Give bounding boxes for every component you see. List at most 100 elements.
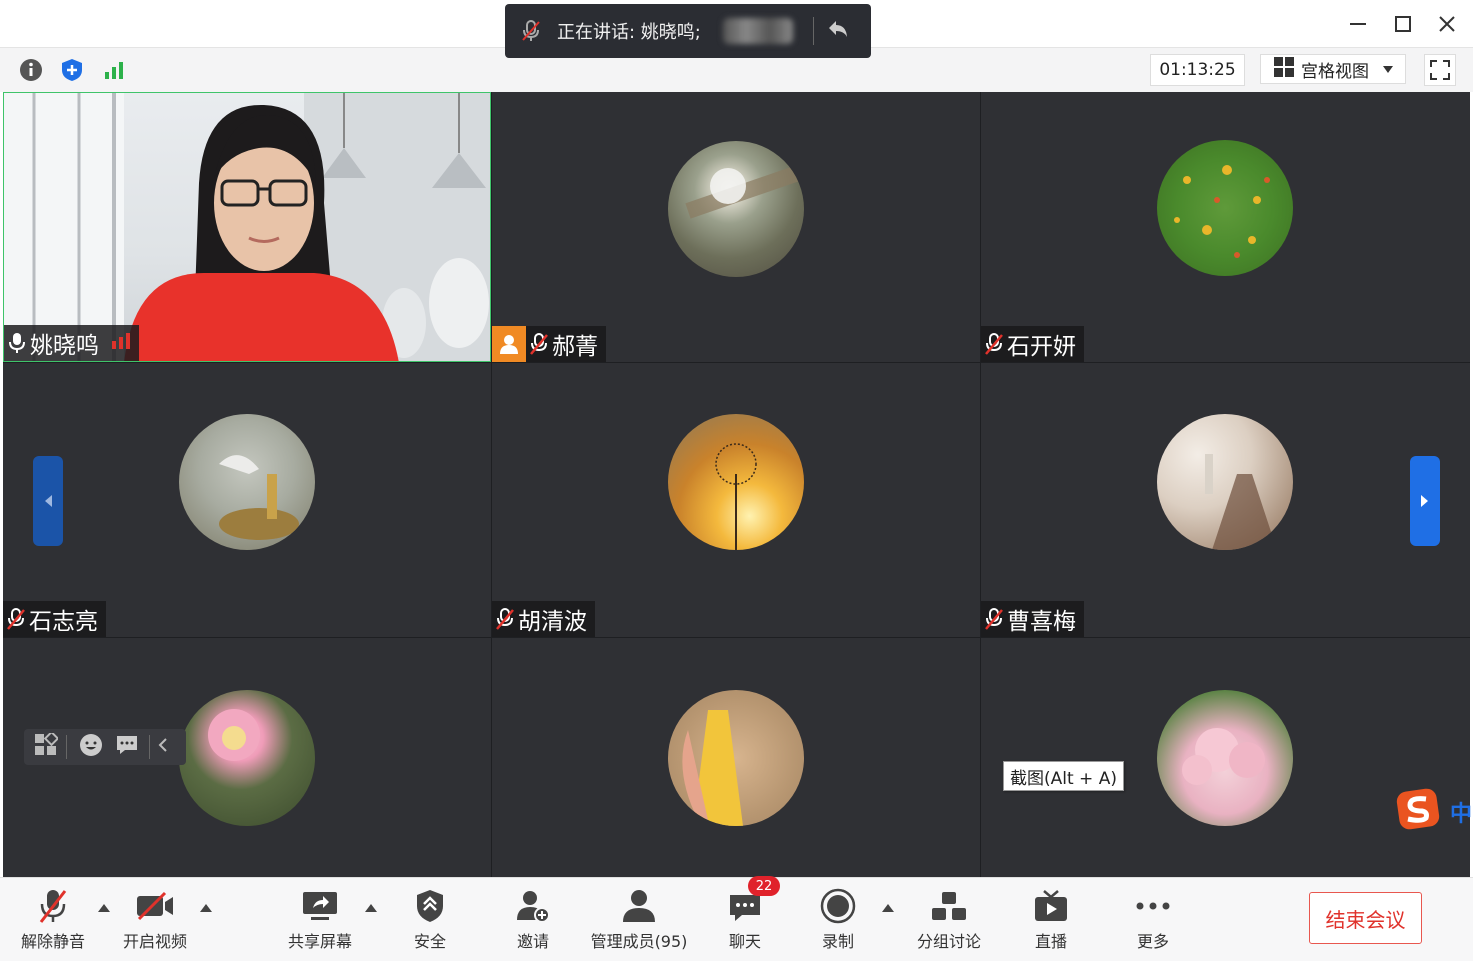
emoji-icon[interactable] [79, 733, 103, 761]
unmute-button[interactable]: 解除静音 [18, 884, 88, 952]
video-tile[interactable]: 胡清波 [492, 363, 980, 637]
avatar [1157, 414, 1293, 550]
security-label: 安全 [413, 932, 446, 951]
video-grid: 姚晓鸣 郝菁 石开妍 石志亮 胡清波 曹喜梅 [3, 92, 1470, 877]
host-icon [492, 326, 526, 362]
participant-nametag: 石志亮 [3, 601, 106, 637]
meeting-timer: 01:13:25 [1150, 54, 1245, 86]
mic-muted-icon [38, 884, 68, 928]
share-screen-label: 共享屏幕 [287, 932, 352, 951]
mic-muted-icon [492, 608, 518, 630]
end-meeting-button[interactable]: 结束会议 [1309, 892, 1422, 944]
close-button[interactable] [1429, 8, 1465, 40]
floating-reaction-bar [24, 729, 186, 765]
members-icon [622, 884, 656, 928]
view-mode-label: 宫格视图 [1301, 61, 1369, 82]
record-button[interactable]: 录制 [808, 884, 868, 952]
invite-label: 邀请 [516, 932, 549, 951]
manage-members-label: 管理成员(95) [590, 932, 688, 951]
mic-muted-icon [981, 608, 1007, 630]
breakout-icon [931, 884, 967, 928]
video-tile[interactable]: 姚晓鸣 [3, 92, 491, 362]
collapse-arrow-icon[interactable] [826, 18, 850, 44]
mic-muted-icon [981, 333, 1007, 355]
avatar [179, 690, 315, 826]
avatar [1157, 140, 1293, 276]
signal-strength-icon[interactable] [100, 56, 128, 84]
camera-off-icon [135, 884, 175, 928]
audio-level-icon [111, 330, 131, 356]
grid-layout-icon[interactable] [34, 730, 60, 761]
start-video-button[interactable]: 开启视频 [120, 884, 190, 952]
next-page-button[interactable] [1410, 456, 1440, 546]
record-options-caret[interactable] [881, 902, 895, 914]
participant-name: 曹喜梅 [1007, 609, 1076, 635]
security-button[interactable]: 安全 [400, 884, 460, 952]
video-tile[interactable]: 石志亮 [3, 363, 491, 637]
avatar [1157, 690, 1293, 826]
live-stream-button[interactable]: 直播 [1021, 884, 1081, 952]
ime-indicator[interactable]: 中 [1396, 787, 1473, 831]
more-button[interactable]: 更多 [1123, 884, 1183, 952]
chat-icon: 22 [728, 876, 780, 928]
unread-badge: 22 [748, 876, 780, 896]
avatar [668, 141, 804, 277]
chat-button[interactable]: 22 聊天 [715, 876, 780, 952]
video-options-caret[interactable] [199, 902, 213, 914]
chat-label: 聊天 [728, 932, 761, 951]
caret-down-icon [1383, 59, 1393, 79]
view-mode-dropdown[interactable]: 宫格视图 [1260, 54, 1406, 84]
speaking-text: 正在讲话: 姚晓鸣; [557, 22, 701, 43]
participant-nametag: 姚晓鸣 [4, 325, 139, 361]
more-dots-icon [1135, 884, 1171, 928]
start-video-label: 开启视频 [122, 932, 187, 951]
participant-nametag: 石开妍 [981, 326, 1084, 362]
mic-muted-icon [505, 19, 557, 43]
minimize-button[interactable] [1340, 8, 1376, 40]
participant-name: 胡清波 [518, 609, 587, 635]
avatar [668, 690, 804, 826]
share-options-caret[interactable] [364, 902, 378, 914]
live-tv-icon [1033, 884, 1069, 928]
divider [66, 735, 67, 759]
participant-nametag: 郝菁 [492, 326, 606, 362]
share-screen-button[interactable]: 共享屏幕 [285, 884, 355, 952]
chevron-left-icon [45, 495, 52, 507]
screenshot-tooltip: 截图(Alt + A) [1003, 761, 1124, 791]
live-label: 直播 [1034, 932, 1067, 951]
invite-button[interactable]: 邀请 [503, 884, 563, 952]
participant-name: 姚晓鸣 [30, 333, 99, 359]
participant-video [4, 93, 490, 361]
breakout-label: 分组讨论 [916, 932, 981, 951]
info-icon[interactable] [17, 56, 45, 84]
video-tile[interactable] [981, 638, 1470, 877]
security-shield-icon [415, 884, 445, 928]
breakout-rooms-button[interactable]: 分组讨论 [913, 884, 985, 952]
record-icon [820, 884, 856, 928]
chat-bubble-icon[interactable] [115, 733, 139, 761]
fullscreen-button[interactable] [1424, 54, 1456, 86]
video-tile[interactable]: 石开妍 [981, 92, 1470, 362]
avatar [668, 414, 804, 550]
add-user-icon [516, 884, 550, 928]
collapse-chevron-icon[interactable] [158, 737, 168, 757]
mic-on-icon [4, 332, 30, 354]
participant-name: 郝菁 [552, 334, 598, 360]
audio-options-caret[interactable] [97, 902, 111, 914]
divider [149, 735, 150, 759]
blurred-name [722, 18, 793, 44]
speaking-indicator: 正在讲话: 姚晓鸣; [505, 4, 871, 58]
video-tile[interactable] [492, 638, 980, 877]
share-screen-icon [301, 884, 339, 928]
maximize-button[interactable] [1385, 8, 1421, 40]
mic-muted-icon [3, 608, 29, 630]
video-tile[interactable]: 曹喜梅 [981, 363, 1470, 637]
participant-nametag: 胡清波 [492, 601, 595, 637]
control-bar: 解除静音 开启视频 共享屏幕 安全 邀请 管理成员(95) 22 聊天 录制 分… [0, 876, 1473, 961]
shield-icon[interactable] [58, 56, 86, 84]
participant-name: 石开妍 [1007, 334, 1076, 360]
manage-members-button[interactable]: 管理成员(95) [590, 884, 688, 952]
prev-page-button[interactable] [33, 456, 63, 546]
video-tile[interactable]: 郝菁 [492, 92, 980, 362]
chevron-right-icon [1421, 495, 1428, 507]
